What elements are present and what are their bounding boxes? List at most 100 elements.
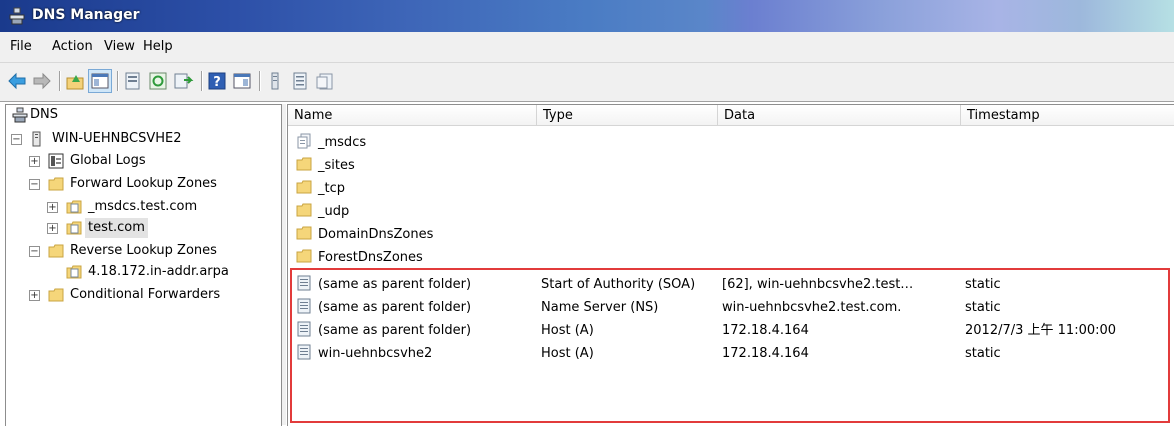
zone-icon <box>66 200 82 214</box>
folder-icon <box>48 288 64 302</box>
tree-label: 4.18.172.in-addr.arpa <box>88 264 229 279</box>
row-name: (same as parent folder) <box>318 277 472 292</box>
window-title: DNS Manager <box>32 7 140 23</box>
show-hide-action-icon[interactable] <box>231 70 253 92</box>
row-name: _tcp <box>318 181 345 196</box>
folder-icon <box>48 244 64 258</box>
dns-root-icon <box>12 107 28 123</box>
folder-icon <box>48 177 64 191</box>
row-data: win-uehnbcsvhe2.test.com. <box>722 300 902 315</box>
row-data: 172.18.4.164 <box>722 346 809 361</box>
dns-record-icon <box>297 298 311 314</box>
new-list-icon[interactable] <box>289 70 311 92</box>
tree-item-reverse-lookup-zones[interactable]: − Reverse Lookup Zones <box>6 241 276 261</box>
table-row[interactable]: (same as parent folder) Host (A) 172.18.… <box>288 319 1174 342</box>
expand-icon[interactable]: + <box>47 202 58 213</box>
tree-label: Reverse Lookup Zones <box>70 243 217 258</box>
refresh-icon[interactable] <box>147 70 169 92</box>
row-timestamp: static <box>965 346 1001 361</box>
row-timestamp: static <box>965 277 1001 292</box>
zone-icon <box>66 221 82 235</box>
row-type: Start of Authority (SOA) <box>541 277 696 292</box>
back-icon[interactable] <box>6 70 28 92</box>
table-row[interactable]: (same as parent folder) Start of Authori… <box>288 273 1174 296</box>
folder-icon <box>296 157 312 171</box>
tree-item-server[interactable]: − WIN-UEHNBCSVHE2 <box>6 129 276 149</box>
delegated-zone-icon <box>297 133 311 149</box>
collapse-icon[interactable]: − <box>29 179 40 190</box>
folder-icon <box>296 249 312 263</box>
collapse-icon[interactable]: − <box>11 134 22 145</box>
table-row[interactable]: (same as parent folder) Name Server (NS)… <box>288 296 1174 319</box>
dns-record-icon <box>297 321 311 337</box>
tree-item-dns[interactable]: DNS <box>6 107 276 127</box>
menu-view[interactable]: View <box>104 39 135 54</box>
row-type: Host (A) <box>541 346 594 361</box>
up-folder-icon[interactable] <box>64 70 86 92</box>
row-type: Name Server (NS) <box>541 300 659 315</box>
properties-icon[interactable] <box>122 70 144 92</box>
svg-text:?: ? <box>213 75 221 90</box>
row-timestamp: 2012/7/3 上午 11:00:00 <box>965 323 1117 338</box>
row-name: _sites <box>318 158 355 173</box>
tree-item-conditional-forwarders[interactable]: + Conditional Forwarders <box>6 285 276 305</box>
toolbar: ? <box>0 63 1174 102</box>
tree-label: Global Logs <box>70 153 146 168</box>
tree-item-msdcs-zone[interactable]: + _msdcs.test.com <box>6 197 276 217</box>
tree-label: WIN-UEHNBCSVHE2 <box>52 131 182 146</box>
column-header-name[interactable]: Name <box>288 105 537 126</box>
tree-label-selected: test.com <box>85 218 148 238</box>
expand-icon[interactable]: + <box>29 290 40 301</box>
results-list[interactable]: Name Type Data Timestamp _msdcs _sites _… <box>287 104 1174 426</box>
row-name: ForestDnsZones <box>318 250 423 265</box>
tree-label: Forward Lookup Zones <box>70 176 217 191</box>
menu-bar: File Action View Help <box>0 32 1174 63</box>
row-name: (same as parent folder) <box>318 323 472 338</box>
list-item[interactable]: _tcp <box>288 177 1174 200</box>
column-header-data[interactable]: Data <box>718 105 961 126</box>
tree-item-reverse-zone[interactable]: 4.18.172.in-addr.arpa <box>6 262 276 282</box>
row-data: 172.18.4.164 <box>722 323 809 338</box>
tree-item-global-logs[interactable]: + Global Logs <box>6 151 276 171</box>
new-zone-icon[interactable] <box>314 70 336 92</box>
row-type: Host (A) <box>541 323 594 338</box>
list-item[interactable]: _sites <box>288 154 1174 177</box>
new-record-icon[interactable] <box>264 70 286 92</box>
row-name: _msdcs <box>318 135 367 150</box>
column-header-timestamp[interactable]: Timestamp <box>961 105 1174 126</box>
tree-item-test-zone[interactable]: + test.com <box>6 218 276 238</box>
forward-icon[interactable] <box>31 70 53 92</box>
menu-action[interactable]: Action <box>52 39 93 54</box>
list-item[interactable]: DomainDnsZones <box>288 223 1174 246</box>
dns-record-icon <box>297 275 311 291</box>
list-item[interactable]: ForestDnsZones <box>288 246 1174 269</box>
row-name: win-uehnbcsvhe2 <box>318 346 433 361</box>
row-name: _udp <box>318 204 350 219</box>
title-bar: DNS Manager <box>0 0 1174 32</box>
menu-help[interactable]: Help <box>143 39 173 54</box>
tree-label: Conditional Forwarders <box>70 287 221 302</box>
show-hide-tree-icon[interactable] <box>88 69 112 93</box>
menu-file[interactable]: File <box>10 39 32 54</box>
collapse-icon[interactable]: − <box>29 246 40 257</box>
table-row[interactable]: win-uehnbcsvhe2 Host (A) 172.18.4.164 st… <box>288 342 1174 365</box>
dns-record-icon <box>297 344 311 360</box>
expand-icon[interactable]: + <box>47 223 58 234</box>
console-tree[interactable]: DNS − WIN-UEHNBCSVHE2 + Global Logs − Fo… <box>5 104 282 426</box>
row-data: [62], win-uehnbcsvhe2.test… <box>722 277 914 292</box>
folder-icon <box>296 203 312 217</box>
list-item[interactable]: _msdcs <box>288 131 1174 154</box>
tree-label: _msdcs.test.com <box>88 199 198 214</box>
pane-splitter[interactable] <box>282 104 286 425</box>
event-log-icon <box>48 153 64 169</box>
tree-item-forward-lookup-zones[interactable]: − Forward Lookup Zones <box>6 174 276 194</box>
list-item[interactable]: _udp <box>288 200 1174 223</box>
help-icon[interactable]: ? <box>206 70 228 92</box>
export-list-icon[interactable] <box>172 70 194 92</box>
folder-icon <box>296 180 312 194</box>
zone-icon <box>66 265 82 279</box>
row-name: DomainDnsZones <box>318 227 434 242</box>
row-name: (same as parent folder) <box>318 300 472 315</box>
expand-icon[interactable]: + <box>29 156 40 167</box>
column-header-type[interactable]: Type <box>537 105 718 126</box>
